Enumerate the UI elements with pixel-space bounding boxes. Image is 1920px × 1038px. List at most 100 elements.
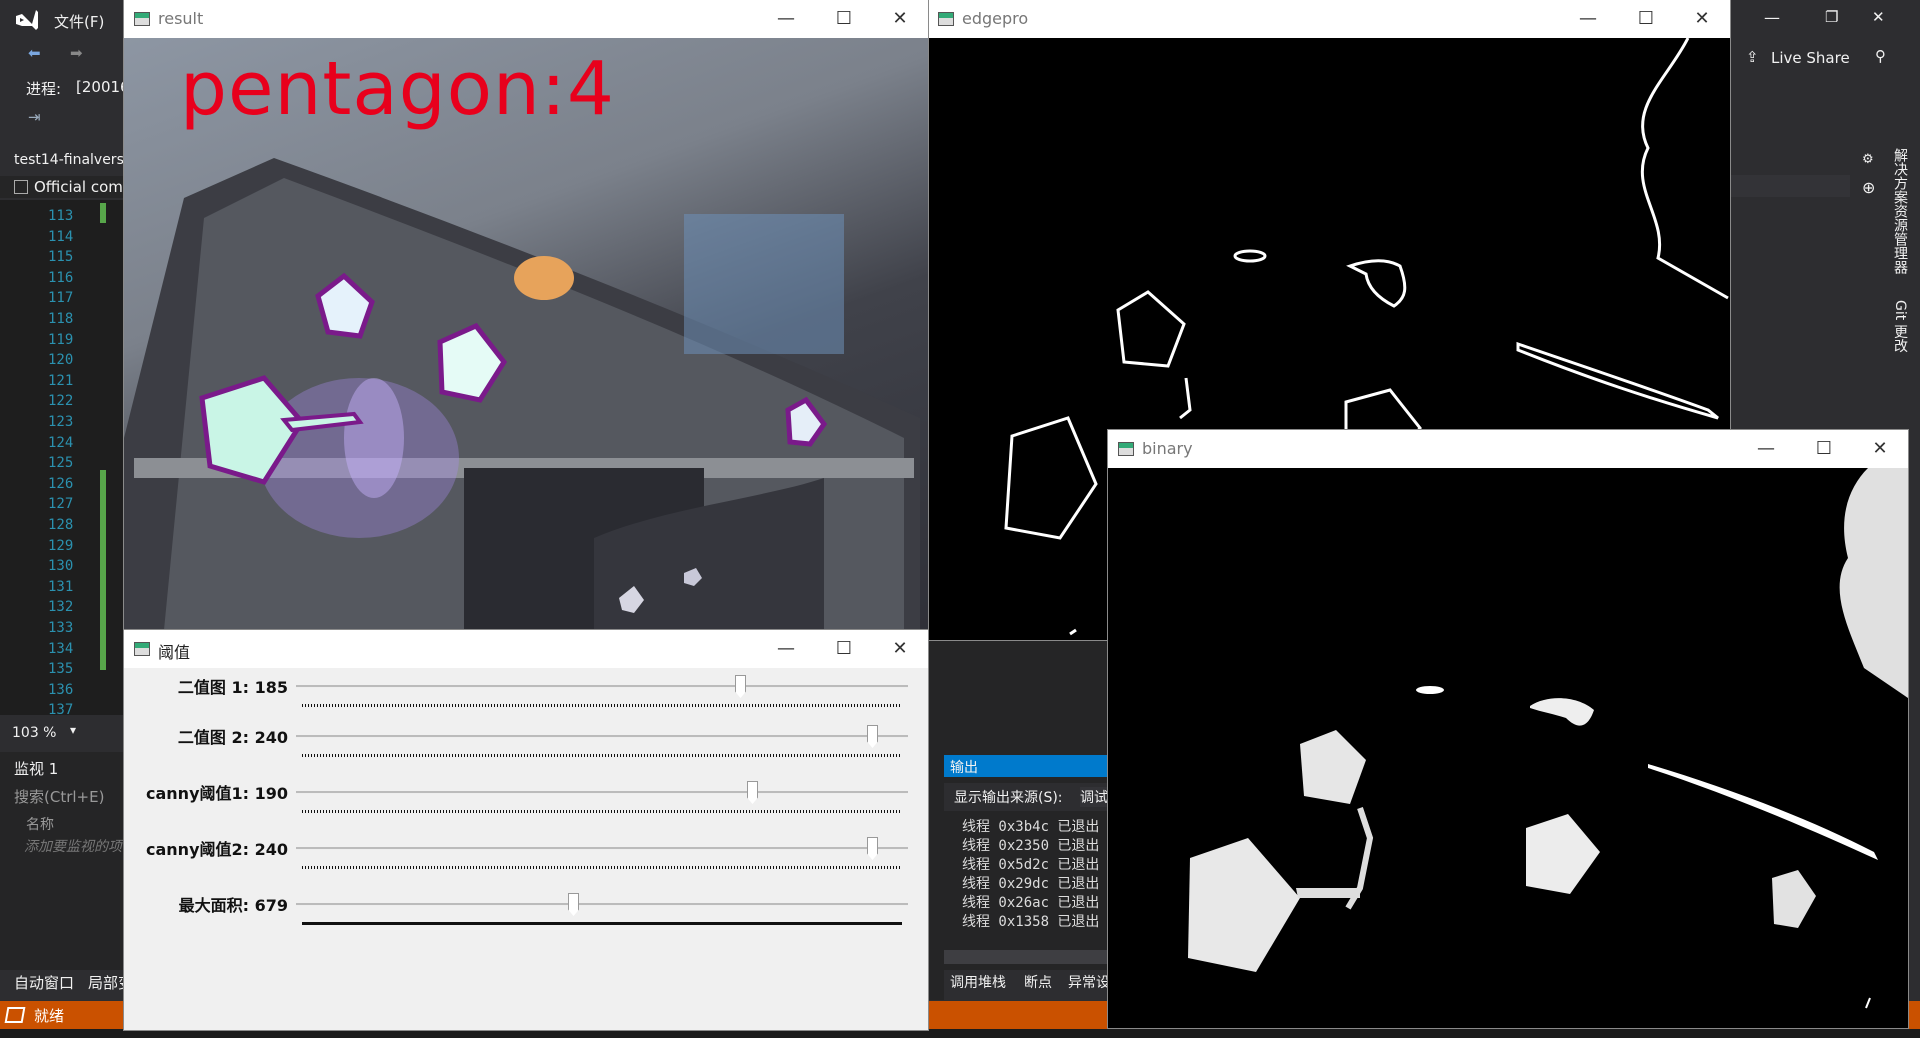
live-share-button[interactable]: Live Share bbox=[1771, 49, 1850, 67]
line-number: 127 bbox=[48, 496, 74, 513]
close-button[interactable]: ✕ bbox=[878, 634, 922, 664]
taskbar-strip bbox=[0, 1029, 1920, 1038]
scope-combo[interactable]: Official comp bbox=[34, 178, 132, 196]
zoom-bar: 103 % ▾ bbox=[0, 722, 125, 744]
trackbar-label: 二值图 2: 240 bbox=[177, 728, 288, 747]
line-number: 136 bbox=[48, 681, 74, 698]
live-share-icon: ⇪ bbox=[1746, 48, 1759, 66]
step-icon[interactable]: ⇥ bbox=[28, 108, 41, 126]
output-scrollbar[interactable] bbox=[944, 950, 1110, 964]
window-icon bbox=[1118, 442, 1134, 456]
tab-autos[interactable]: 自动窗口 bbox=[14, 972, 74, 993]
watch-search[interactable]: 搜索(Ctrl+E) bbox=[14, 786, 104, 807]
vs-minimize-button[interactable]: — bbox=[1764, 8, 1780, 27]
chevron-down-icon[interactable]: ▾ bbox=[70, 723, 76, 737]
vs-close-button[interactable]: ✕ bbox=[1872, 8, 1885, 26]
line-number: 131 bbox=[48, 578, 74, 595]
close-button[interactable]: ✕ bbox=[878, 4, 922, 34]
output-line: 线程 0x2350 已退出 bbox=[962, 838, 1100, 854]
visual-studio-logo-icon bbox=[16, 10, 38, 30]
trackbar-track[interactable] bbox=[296, 735, 908, 738]
back-icon[interactable]: ⬅ bbox=[28, 44, 41, 62]
binary-titlebar[interactable]: binary — ☐ ✕ bbox=[1108, 430, 1908, 468]
trackbar-track[interactable] bbox=[296, 791, 908, 794]
gear-icon[interactable]: ⚙ bbox=[1862, 152, 1874, 167]
maximize-button[interactable]: ☐ bbox=[1802, 434, 1846, 464]
trackbar-label: 最大面积: 679 bbox=[178, 896, 288, 915]
scope-bar: Official comp bbox=[0, 176, 132, 198]
debug-tabs: 调用堆栈 断点 异常设 bbox=[944, 970, 1110, 1000]
side-tab-solution-explorer[interactable]: 解决方案资源管理器 bbox=[1890, 148, 1910, 274]
line-number: 137 bbox=[48, 702, 74, 719]
trackbar-thumb[interactable] bbox=[747, 781, 758, 804]
solution-tab-bar: test14-finalvers bbox=[0, 150, 125, 172]
minimize-button[interactable]: — bbox=[1744, 434, 1788, 464]
status-text: 就绪 bbox=[34, 1007, 65, 1025]
pin-icon[interactable]: ⊕ bbox=[1862, 178, 1875, 197]
tab-exceptions[interactable]: 异常设 bbox=[1068, 972, 1110, 992]
maximize-button[interactable]: ☐ bbox=[822, 4, 866, 34]
threshold-titlebar[interactable]: 阈值 — ☐ ✕ bbox=[124, 630, 928, 668]
edgepro-titlebar[interactable]: edgepro — ☐ ✕ bbox=[928, 0, 1730, 38]
tab-breakpoints[interactable]: 断点 bbox=[1024, 972, 1052, 992]
line-number: 119 bbox=[48, 331, 74, 348]
trackbar-label: canny阈值1: 190 bbox=[146, 784, 288, 803]
tab-call-stack[interactable]: 调用堆栈 bbox=[950, 972, 1006, 992]
code-editor[interactable]: 113 114 115 116 117 118 119 120 121 122 123 124 125 1… bbox=[0, 200, 125, 719]
close-button[interactable]: ✕ bbox=[1680, 4, 1724, 34]
solution-tab[interactable]: test14-finalvers bbox=[14, 152, 124, 168]
trackbar-thumb[interactable] bbox=[735, 675, 746, 698]
zoom-combo[interactable]: 103 % bbox=[12, 725, 56, 741]
line-number: 128 bbox=[48, 517, 74, 533]
trackbar-ticks bbox=[302, 704, 902, 707]
minimize-button[interactable]: — bbox=[1566, 4, 1610, 34]
output-source-combo[interactable]: 调试 bbox=[1080, 787, 1108, 807]
line-number: 122 bbox=[48, 393, 74, 410]
minimize-button[interactable]: — bbox=[764, 4, 808, 34]
side-tab-git[interactable]: Git 更改 bbox=[1890, 300, 1910, 353]
maximize-button[interactable]: ☐ bbox=[1624, 4, 1668, 34]
watch-panel: 监视 1 搜索(Ctrl+E) 名称 添加要监视的项 bbox=[0, 752, 125, 982]
trackbar-track[interactable] bbox=[296, 685, 908, 688]
vs-restore-button[interactable]: ❐ bbox=[1825, 8, 1838, 26]
threshold-window[interactable]: 阈值 — ☐ ✕ 二值图 1: 185 二值图 2: 240 canny阈值1: 1… bbox=[124, 630, 928, 1030]
minimize-button[interactable]: — bbox=[764, 634, 808, 664]
close-button[interactable]: ✕ bbox=[1858, 434, 1902, 464]
pentagon-count-overlay: pentagon:4 bbox=[180, 46, 615, 132]
trackbar-ticks bbox=[302, 866, 902, 869]
window-icon bbox=[134, 12, 150, 26]
trackbar-thumb[interactable] bbox=[568, 893, 580, 916]
output-header: 输出 bbox=[944, 755, 1110, 777]
trackbar-track[interactable] bbox=[296, 903, 908, 906]
result-title: result bbox=[158, 9, 204, 28]
result-window[interactable]: result — ☐ ✕ pentagon:4 bbox=[124, 0, 928, 630]
result-titlebar[interactable]: result — ☐ ✕ bbox=[124, 0, 928, 38]
maximize-button[interactable]: ☐ bbox=[822, 634, 866, 664]
trackbar-thumb[interactable] bbox=[867, 837, 878, 860]
threshold-title: 阈值 bbox=[158, 643, 191, 662]
binary-window[interactable]: binary — ☐ ✕ bbox=[1108, 430, 1908, 1028]
feedback-icon[interactable]: ⚲ bbox=[1875, 47, 1886, 65]
watch-title: 监视 1 bbox=[14, 760, 59, 778]
trackbar-thumb[interactable] bbox=[867, 725, 878, 748]
trackbar-ticks bbox=[302, 922, 902, 925]
output-line: 线程 0x29dc 已退出 bbox=[962, 876, 1100, 892]
output-line: 线程 0x26ac 已退出 bbox=[962, 895, 1100, 911]
binary-mask-graphic bbox=[1188, 468, 1908, 1009]
process-combo[interactable]: [20016 bbox=[76, 78, 130, 96]
line-number: 118 bbox=[48, 311, 74, 327]
trackbar-track[interactable] bbox=[296, 847, 908, 850]
output-toolbar: 显示输出来源(S): 调试 bbox=[944, 783, 1110, 811]
result-image: pentagon:4 bbox=[124, 38, 928, 630]
output-line: 线程 0x5d2c 已退出 bbox=[962, 857, 1100, 873]
line-number: 120 bbox=[48, 352, 74, 369]
line-number: 123 bbox=[48, 414, 74, 430]
forward-icon[interactable]: ➡ bbox=[70, 44, 83, 62]
output-line: 线程 0x1358 已退出 bbox=[962, 914, 1100, 930]
menu-file[interactable]: 文件(F) bbox=[54, 11, 104, 32]
line-number: 116 bbox=[48, 269, 74, 286]
line-number: 135 bbox=[48, 661, 74, 678]
watch-add-item[interactable]: 添加要监视的项 bbox=[24, 836, 122, 856]
output-title: 输出 bbox=[950, 760, 978, 776]
trackbar-ticks bbox=[302, 754, 902, 757]
